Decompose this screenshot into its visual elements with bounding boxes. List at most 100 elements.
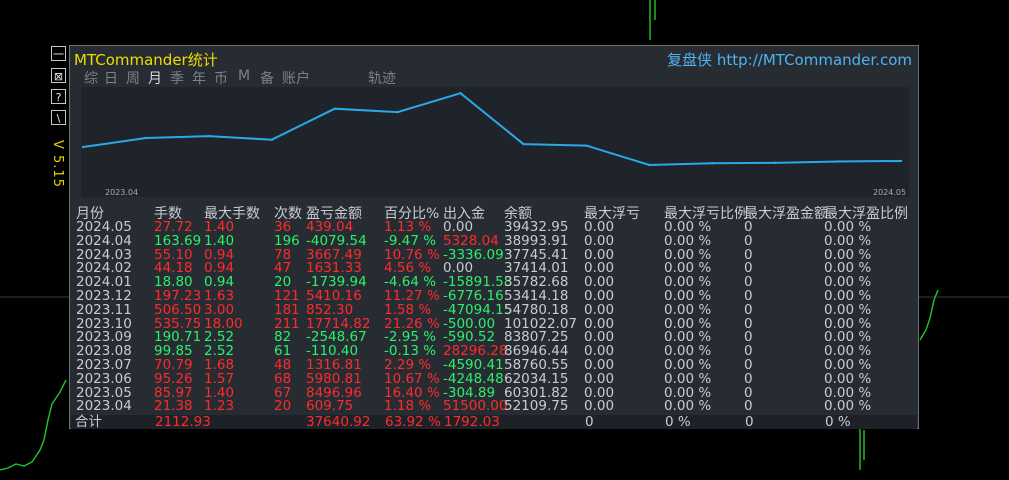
balance-point-2024.04 xyxy=(836,160,840,163)
table-cell: 197.23 xyxy=(154,288,202,304)
balance-point-2023.08 xyxy=(333,107,336,110)
table-cell: 1.18 % xyxy=(384,398,432,413)
table-cell: 196 xyxy=(274,232,300,249)
table-row: 2023.07 70.79 1.68 48 1316.81 2.29 % -4590.41 5… xyxy=(76,358,916,372)
table-cell: 1316.81 xyxy=(306,357,362,373)
totals-cell: 37640.92 xyxy=(306,414,371,430)
balance-chart-svg xyxy=(81,92,903,167)
tab-4[interactable]: 季 xyxy=(170,68,184,88)
table-row: 2023.04 21.38 1.23 20 609.75 1.18 % 51500.00 52… xyxy=(76,399,916,413)
table-cell: 5410.16 xyxy=(306,288,362,304)
table-cell: 68 xyxy=(274,370,292,387)
table-row: 2023.12 197.23 1.63 121 5410.16 11.27 % -6776.… xyxy=(76,289,916,303)
table-cell: 0 xyxy=(744,398,753,413)
balance-point-2024.01 xyxy=(648,163,651,167)
minimize-icon: 一 xyxy=(53,48,64,61)
table-cell: 27.72 xyxy=(154,219,193,235)
tab-2[interactable]: 周 xyxy=(126,68,140,88)
table-cell: 39432.95 xyxy=(504,219,569,235)
totals-cell: 63.92 % xyxy=(385,414,441,430)
tab-7[interactable]: M xyxy=(238,68,250,84)
table-cell: 609.75 xyxy=(306,398,354,413)
table-cell: 0.00 xyxy=(584,398,615,413)
tab-10[interactable]: 轨迹 xyxy=(368,68,396,88)
totals-cell: 0 xyxy=(585,414,594,430)
help-button[interactable]: ? xyxy=(51,89,66,104)
table-cell: 0.00 xyxy=(443,219,474,235)
table-cell: 506.50 xyxy=(154,301,202,318)
table-cell: 3.00 xyxy=(204,301,235,318)
table-cell: 5980.81 xyxy=(306,370,362,387)
table-cell: 1.68 xyxy=(204,357,235,373)
table-cell: 0.00 % xyxy=(664,370,712,387)
tab-1[interactable]: 日 xyxy=(104,68,118,88)
table-cell: 1.23 xyxy=(204,398,235,413)
help-icon: ? xyxy=(55,91,62,104)
statistics-panel: MTCommander统计 复盘侠 http://MTCommander.com… xyxy=(69,45,919,429)
totals-row: 合计 2112.93 37640.92 63.92 % 1792.03 0 0 % 0 0 % xyxy=(71,415,917,429)
tab-6[interactable]: 币 xyxy=(214,68,228,88)
balance-point-2023.06 xyxy=(207,134,211,138)
table-row: 2024.04 163.69 1.40 196 -4079.54 -9.47 % 5328.… xyxy=(76,234,916,248)
table-cell: 1.63 xyxy=(204,288,235,304)
table-cell: 0.00 xyxy=(584,288,615,304)
version-label: V 5.15 xyxy=(50,140,65,188)
table-cell: -4248.48 xyxy=(443,370,504,387)
line-tool-icon: \ xyxy=(56,112,61,125)
table-row: 2023.06 95.26 1.57 68 5980.81 10.67 % -4248.48… xyxy=(76,372,916,386)
balance-point-2023.09 xyxy=(396,110,399,114)
table-row: 2023.11 506.50 3.00 181 852.30 1.58 % -47094.1… xyxy=(76,303,916,317)
table-cell: 1.57 xyxy=(204,370,235,387)
table-cell: 62034.15 xyxy=(504,370,569,387)
table-cell: -9.47 % xyxy=(384,232,437,249)
table-cell: 52109.75 xyxy=(504,398,569,413)
table-cell: 0.00 xyxy=(584,219,615,235)
balance-point-2024.05 xyxy=(899,159,903,163)
table-cell: 54780.18 xyxy=(504,301,569,318)
table-cell: 1.58 % xyxy=(384,301,432,318)
totals-cell: 0 % xyxy=(825,414,851,430)
table-cell: 2023.06 xyxy=(76,370,132,387)
table-cell: 0 xyxy=(744,301,753,318)
table-cell: 10.67 % xyxy=(384,370,440,387)
panel-title: MTCommander统计 xyxy=(74,51,218,69)
website-link[interactable]: 复盘侠 http://MTCommander.com xyxy=(667,49,912,70)
x-axis-start-label: 2023.04 xyxy=(105,188,139,197)
tab-3[interactable]: 月 xyxy=(148,68,162,88)
table-cell: 1.40 xyxy=(204,232,235,249)
balance-point-2023.07 xyxy=(270,138,273,141)
table-cell: 1.13 % xyxy=(384,219,432,235)
totals-cell: 0 xyxy=(745,414,754,430)
table-cell: 0 xyxy=(744,232,753,249)
table-cell: -47094.15 xyxy=(443,301,513,318)
tab-8[interactable]: 备 xyxy=(260,68,274,88)
table-cell: 0.00 xyxy=(584,357,615,373)
balance-point-2023.12 xyxy=(585,144,588,147)
balance-point-2024.02 xyxy=(711,161,714,165)
tab-9[interactable]: 账户 xyxy=(282,68,310,88)
table-cell: -4079.54 xyxy=(306,232,367,249)
close-panel-button[interactable]: ⊠ xyxy=(51,68,66,83)
balance-point-2023.05 xyxy=(144,136,148,140)
table-cell: 163.69 xyxy=(154,232,202,249)
table-cell: 0.00 % xyxy=(664,357,712,373)
table-cell: 21.38 xyxy=(154,398,193,413)
table-cell: 2023.07 xyxy=(76,357,132,373)
table-cell: 2023.12 xyxy=(76,288,132,304)
minimize-button[interactable]: 一 xyxy=(51,46,66,61)
balance-chart: 2023.04 2024.05 xyxy=(81,87,909,197)
table-cell: 0.00 % xyxy=(824,301,872,318)
totals-cell: 1792.03 xyxy=(444,414,500,430)
close-icon: ⊠ xyxy=(53,70,64,83)
table-cell: 0 xyxy=(744,370,753,387)
balance-series-line xyxy=(82,92,902,166)
table-row: 2024.03 55.10 0.94 78 3667.49 10.76 % -3336.09… xyxy=(76,248,916,262)
tab-5[interactable]: 年 xyxy=(192,68,206,88)
draw-line-button[interactable]: \ xyxy=(51,110,66,125)
table-cell: 58760.55 xyxy=(504,357,569,373)
table-cell: 11.27 % xyxy=(384,288,440,304)
table-cell: 53414.18 xyxy=(504,288,569,304)
table-cell: 0.00 % xyxy=(824,219,872,235)
tab-0[interactable]: 综 xyxy=(84,68,98,88)
table-cell: 51500.00 xyxy=(443,398,508,413)
